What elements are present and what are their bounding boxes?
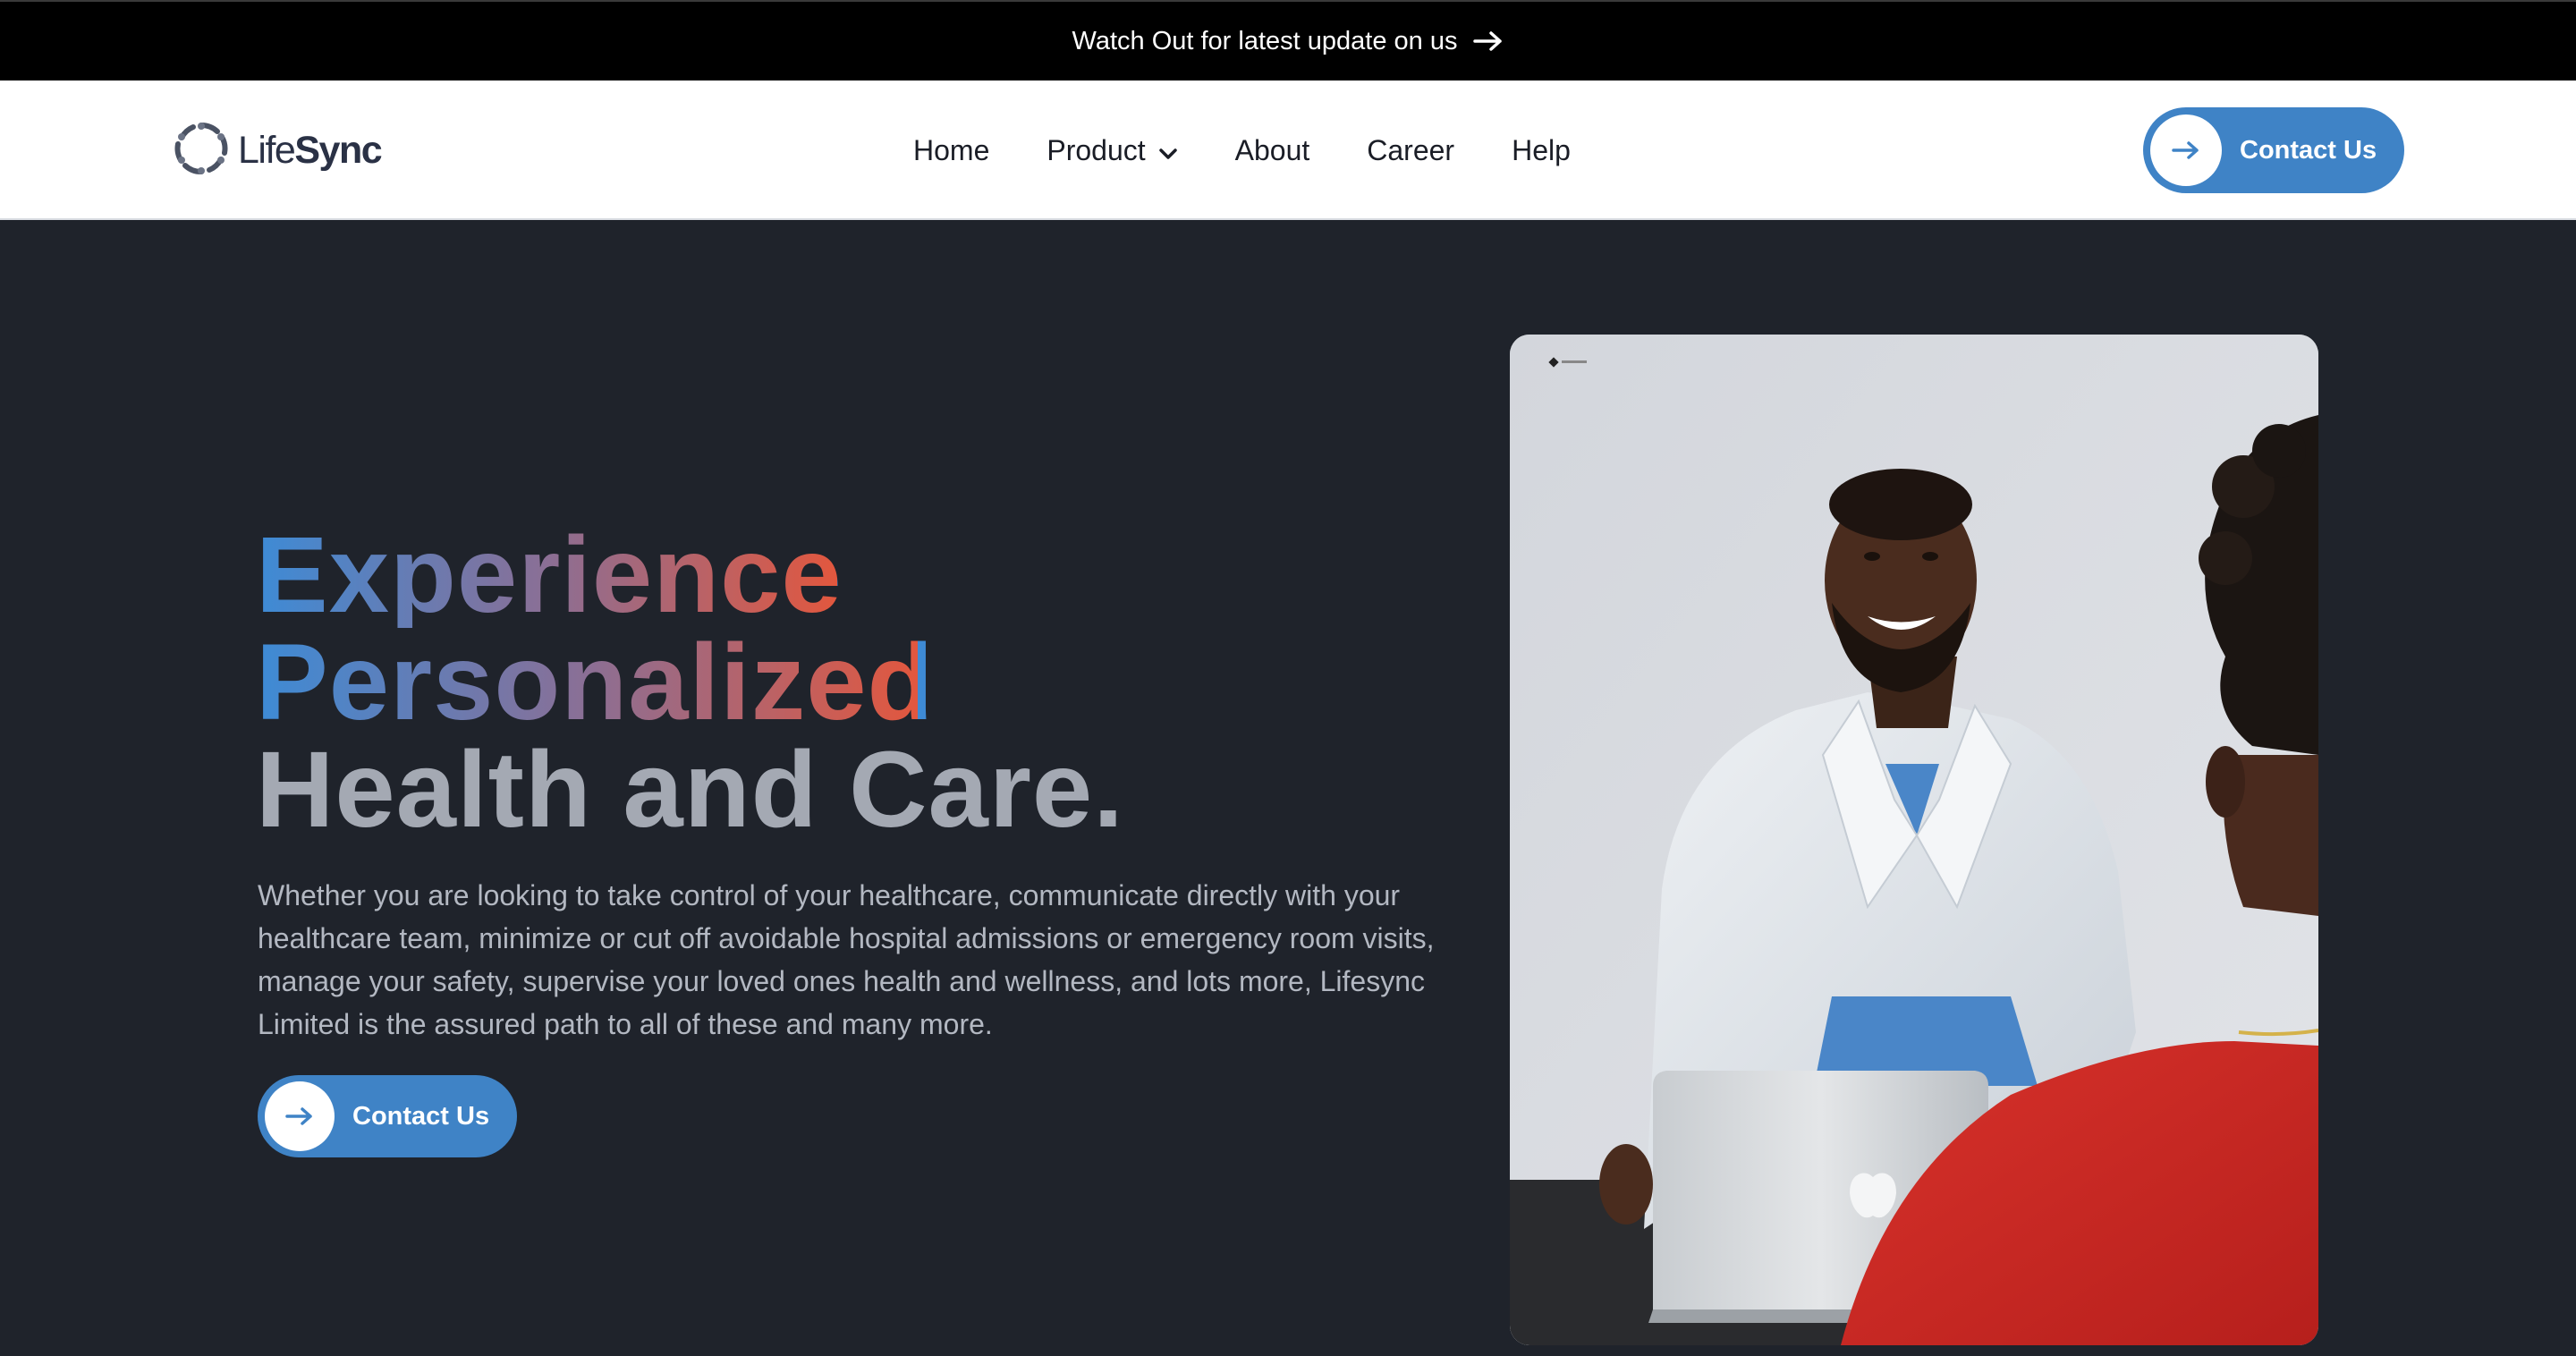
nav-item-label: Career	[1367, 133, 1455, 166]
hero-title: Experience Personalized Health and Care.	[256, 521, 1508, 843]
hero-title-line-1: Experience	[256, 513, 843, 635]
hero-description: Whether you are looking to take control …	[258, 879, 1435, 1040]
nav-item-label: Home	[913, 133, 990, 166]
hero-image	[1510, 335, 2318, 1345]
nav-contact-label: Contact Us	[2240, 135, 2377, 165]
nav-item-label: Help	[1512, 133, 1571, 166]
arrow-right-icon	[2150, 114, 2222, 186]
logo[interactable]: LifeSync	[172, 119, 383, 182]
hero-contact-label: Contact Us	[352, 1101, 490, 1131]
nav-item-help[interactable]: Help	[1512, 134, 1571, 167]
nav-item-label: About	[1234, 133, 1310, 166]
nav-item-product[interactable]: Product	[1046, 134, 1177, 167]
arrow-right-icon	[265, 1081, 335, 1151]
nav-item-about[interactable]: About	[1235, 134, 1310, 167]
lifesync-logo-icon	[172, 119, 231, 182]
arrow-right-icon	[1473, 30, 1504, 52]
chevron-down-icon	[1158, 134, 1178, 167]
nav-menu: Home Product About Career Help	[913, 81, 1571, 220]
hero-title-line-3: Health and Care.	[256, 728, 1124, 850]
nav-item-home[interactable]: Home	[913, 134, 989, 167]
nav-item-career[interactable]: Career	[1367, 134, 1454, 167]
announcement-text[interactable]: Watch Out for latest update on us	[1072, 27, 1458, 56]
hero-title-line-2: Personalized	[256, 621, 935, 742]
nav-item-label: Product	[1046, 133, 1146, 166]
hero-contact-button[interactable]: Contact Us	[258, 1075, 517, 1157]
announcement-bar[interactable]: Watch Out for latest update on us	[0, 0, 2576, 81]
main-nav: LifeSync Home Product About Career Help	[0, 81, 2576, 220]
nav-contact-button[interactable]: Contact Us	[2143, 107, 2404, 193]
logo-wordmark: LifeSync	[238, 128, 383, 172]
